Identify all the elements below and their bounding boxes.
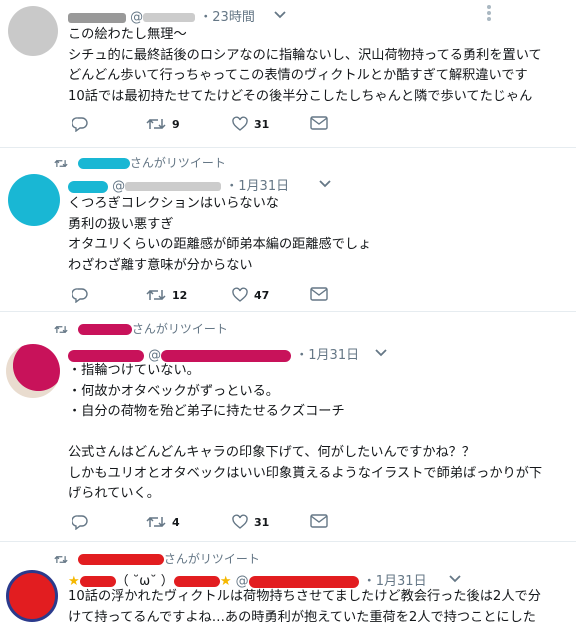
avatar[interactable] xyxy=(8,6,58,56)
like-button[interactable]: 31 xyxy=(232,514,269,530)
tweet-text: 10話の浮かれたヴィクトルは荷物持ちさせてましたけど教会行った後は2人で分 けて… xyxy=(68,589,541,625)
retweet-button[interactable]: 9 xyxy=(146,116,180,132)
retweet-button[interactable]: 12 xyxy=(146,287,187,303)
handle[interactable]: @ xyxy=(130,10,196,25)
retweet-count: 9 xyxy=(172,117,180,131)
tweet-card[interactable]: さんがリツイート ★ （ ˘ω˘ ） ★ @ ・1月31日 10話の浮かれたヴィクト… xyxy=(0,542,576,633)
like-button[interactable]: 31 xyxy=(232,116,269,132)
envelope-icon xyxy=(310,514,328,528)
tweet-text: ・指輪つけていない。 ・何故かオタベックがずっといる。 ・自分の荷物を殆ど弟子に… xyxy=(68,363,543,501)
reply-button[interactable] xyxy=(72,287,88,303)
retweet-label: さんがリツイート xyxy=(131,322,228,336)
display-name[interactable] xyxy=(68,12,126,23)
retweeter-name[interactable] xyxy=(77,158,130,169)
retweet-icon xyxy=(54,325,68,334)
retweet-icon xyxy=(54,555,68,564)
reply-button[interactable] xyxy=(72,116,88,132)
reply-icon xyxy=(72,288,88,303)
retweet-icon xyxy=(146,118,166,130)
like-button[interactable]: 47 xyxy=(232,287,269,303)
retweet-label: さんがリツイート xyxy=(129,156,226,170)
heart-icon xyxy=(232,116,248,131)
retweeter-name[interactable] xyxy=(77,324,132,335)
envelope-icon xyxy=(310,116,328,130)
chevron-down-icon[interactable] xyxy=(273,10,287,20)
retweet-context: さんがリツイート xyxy=(54,320,228,337)
envelope-icon xyxy=(310,287,328,301)
direct-message-button[interactable] xyxy=(310,116,328,130)
retweet-context: さんがリツイート xyxy=(54,550,260,567)
retweet-icon xyxy=(146,289,166,301)
retweet-count: 4 xyxy=(172,515,180,529)
tweet-card[interactable]: さんがリツイート @ ・1月31日 くつろぎコレクションはいらないな 勇利の扱い… xyxy=(0,148,576,312)
tweet-actions: 4 31 xyxy=(68,514,568,538)
chevron-down-icon[interactable] xyxy=(374,348,388,358)
timestamp[interactable]: ・1月31日 xyxy=(225,179,289,194)
retweeter-name[interactable] xyxy=(77,554,164,565)
like-count: 47 xyxy=(254,288,270,302)
tweet-header: @ ・23時間 xyxy=(68,6,255,25)
reply-button[interactable] xyxy=(72,514,88,530)
tweet-card[interactable]: さんがリツイート @ ・1月31日 ・指輪つけていない。 ・何故かオタベックがず… xyxy=(0,312,576,542)
tweet-card[interactable]: @ ・23時間 この絵わたし無理〜 シチュ的に最終話後のロシアなのに指輪ないし、… xyxy=(0,0,576,148)
avatar[interactable] xyxy=(6,570,58,622)
timestamp[interactable]: ・23時間 xyxy=(199,10,255,25)
direct-message-button[interactable] xyxy=(310,514,328,528)
tweet-actions: 9 31 xyxy=(68,116,568,140)
tweet-header: @ ・1月31日 xyxy=(68,175,289,194)
retweet-count: 12 xyxy=(172,288,188,302)
heart-icon xyxy=(232,514,248,529)
retweet-context: さんがリツイート xyxy=(54,154,226,171)
retweet-label: さんがリツイート xyxy=(163,552,260,566)
like-count: 31 xyxy=(254,515,270,529)
heart-icon xyxy=(232,287,248,302)
avatar[interactable] xyxy=(6,344,60,398)
avatar[interactable] xyxy=(8,174,60,226)
direct-message-button[interactable] xyxy=(310,287,328,301)
retweet-icon xyxy=(54,159,68,168)
retweet-button[interactable]: 4 xyxy=(146,514,180,530)
more-options-icon[interactable] xyxy=(486,4,492,22)
tweet-text: くつろぎコレクションはいらないな 勇利の扱い悪すぎ オタユリくらいの距離感が師弟… xyxy=(68,196,372,273)
like-count: 31 xyxy=(254,117,270,131)
tweet-text: この絵わたし無理〜 シチュ的に最終話後のロシアなのに指輪ないし、沢山荷物持ってる… xyxy=(68,27,542,104)
retweet-icon xyxy=(146,516,166,528)
reply-icon xyxy=(72,117,88,132)
chevron-down-icon[interactable] xyxy=(448,574,462,584)
reply-icon xyxy=(72,515,88,530)
display-name[interactable] xyxy=(68,349,144,362)
handle[interactable]: @ xyxy=(112,179,222,194)
display-name[interactable] xyxy=(68,180,108,193)
tweet-actions: 12 47 xyxy=(68,287,568,311)
chevron-down-icon[interactable] xyxy=(318,179,332,189)
